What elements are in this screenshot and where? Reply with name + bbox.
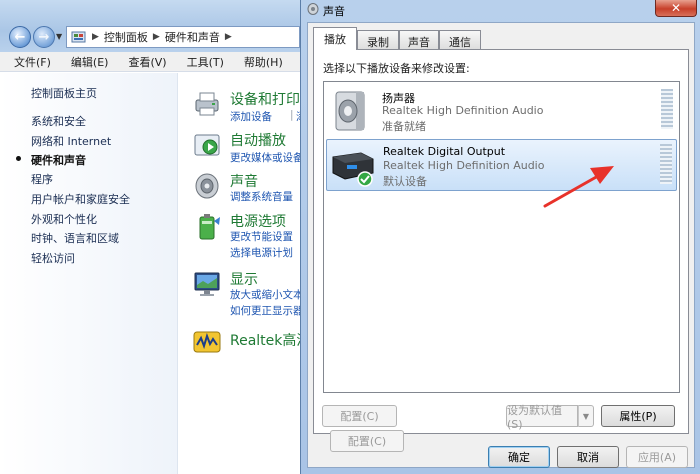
menu-help[interactable]: 帮助(H) xyxy=(244,54,283,70)
configure-button[interactable]: 配置(C) xyxy=(330,430,404,452)
navigation-pane: 控制面板主页 系统和安全 网络和 Internet 硬件和声音 程序 用户帐户和… xyxy=(0,73,178,474)
sidebar-item-programs[interactable]: 程序 xyxy=(31,171,53,187)
device-name: Realtek Digital Output xyxy=(383,145,506,158)
category-title-autoplay[interactable]: 自动播放 xyxy=(230,130,286,150)
breadcrumb-hardware-sound[interactable]: 硬件和声音 xyxy=(165,29,220,45)
tab-recording[interactable]: 录制 xyxy=(357,30,399,49)
speaker-icon xyxy=(195,173,219,199)
ok-button[interactable]: 确定 xyxy=(488,446,550,468)
device-driver: Realtek High Definition Audio xyxy=(383,159,545,172)
instruction-text: 选择以下播放设备来修改设置: xyxy=(323,62,470,75)
forward-button[interactable]: → xyxy=(33,26,55,48)
active-bullet-icon xyxy=(16,156,21,161)
sidebar-item-appearance[interactable]: 外观和个性化 xyxy=(31,211,97,227)
printer-icon xyxy=(195,92,219,116)
properties-button[interactable]: 属性(P) xyxy=(601,405,675,427)
apply-button[interactable]: 应用(A) xyxy=(626,446,688,468)
menu-tools[interactable]: 工具(T) xyxy=(187,54,224,70)
sidebar-item-system-security[interactable]: 系统和安全 xyxy=(31,113,86,129)
link-choose-power-plan[interactable]: 选择电源计划 xyxy=(230,245,293,260)
monitor-icon xyxy=(194,272,220,296)
menu-view[interactable]: 查看(V) xyxy=(128,54,166,70)
menu-file[interactable]: 文件(F) xyxy=(14,54,51,70)
category-title-sound[interactable]: 声音 xyxy=(230,171,258,191)
link-separator: | xyxy=(290,109,294,121)
menu-edit[interactable]: 编辑(E) xyxy=(71,54,109,70)
dialog-title: 声音 xyxy=(323,5,345,18)
breadcrumb-separator-icon: ▶ xyxy=(224,32,232,42)
sidebar-item-ease-of-access[interactable]: 轻松访问 xyxy=(31,250,75,266)
tab-playback[interactable]: 播放 xyxy=(313,27,357,50)
category-title-devices[interactable]: 设备和打印 xyxy=(230,89,300,109)
close-button[interactable]: ✕ xyxy=(655,0,697,17)
link-zoom-text[interactable]: 放大或缩小文本 xyxy=(230,287,304,302)
battery-icon xyxy=(199,214,220,240)
device-status: 准备就绪 xyxy=(382,120,426,133)
device-driver: Realtek High Definition Audio xyxy=(382,104,544,117)
device-item-speakers[interactable]: 扬声器 Realtek High Definition Audio 准备就绪 xyxy=(326,85,677,137)
tab-communications[interactable]: 通信 xyxy=(439,30,481,49)
arrow-right-icon: → xyxy=(38,29,50,45)
sidebar-item-home[interactable]: 控制面板主页 xyxy=(31,85,97,101)
sound-dialog-icon xyxy=(307,3,319,15)
back-button[interactable]: ← xyxy=(9,26,31,48)
digital-output-icon xyxy=(332,152,374,187)
link-change-media-defaults[interactable]: 更改媒体或设备 xyxy=(230,150,304,165)
device-item-digital-output[interactable]: Realtek Digital Output Realtek High Defi… xyxy=(326,139,677,191)
volume-meter xyxy=(661,89,673,129)
link-add-device[interactable]: 添加设备 xyxy=(230,109,272,124)
sidebar-item-user-accounts[interactable]: 用户帐户和家庭安全 xyxy=(31,191,130,207)
configure-button[interactable]: 配置(C) xyxy=(322,405,397,427)
sound-dialog: 声音 ✕ 播放 录制 声音 通信 选择以下播放设备来修改设置: 扬声器 Real… xyxy=(300,0,700,474)
sidebar-item-network[interactable]: 网络和 Internet xyxy=(31,133,111,149)
set-default-dropdown-arrow[interactable]: ▼ xyxy=(578,405,594,427)
link-change-power-settings[interactable]: 更改节能设置 xyxy=(230,229,293,244)
device-status: 默认设备 xyxy=(383,175,427,188)
address-bar[interactable]: ▶ 控制面板 ▶ 硬件和声音 ▶ xyxy=(66,26,300,48)
category-title-display[interactable]: 显示 xyxy=(230,269,258,289)
sidebar-item-hardware-sound[interactable]: 硬件和声音 xyxy=(31,152,86,168)
cancel-button[interactable]: 取消 xyxy=(557,446,619,468)
chevron-down-icon: ▼ xyxy=(582,411,590,421)
recent-pages-dropdown[interactable]: ▼ xyxy=(56,32,62,41)
arrow-left-icon: ← xyxy=(14,29,26,45)
category-title-power[interactable]: 电源选项 xyxy=(230,211,286,231)
tab-sounds[interactable]: 声音 xyxy=(399,30,439,49)
speaker-device-icon xyxy=(335,91,365,131)
link-fix-monitor[interactable]: 如何更正显示器 xyxy=(230,303,304,318)
autoplay-icon xyxy=(194,134,220,156)
playback-device-list[interactable]: 扬声器 Realtek High Definition Audio 准备就绪 R… xyxy=(323,81,680,393)
control-panel-icon xyxy=(71,31,86,43)
realtek-icon xyxy=(193,331,221,353)
close-icon: ✕ xyxy=(670,1,682,15)
dialog-titlebar[interactable]: 声音 ✕ xyxy=(301,0,700,20)
breadcrumb-separator-icon: ▶ xyxy=(92,32,99,42)
dialog-body: 播放 录制 声音 通信 选择以下播放设备来修改设置: 扬声器 Realtek H… xyxy=(307,22,695,468)
category-title-realtek[interactable]: Realtek高清 xyxy=(230,330,310,350)
link-adjust-volume[interactable]: 调整系统音量 xyxy=(230,189,293,204)
playback-tab-panel: 选择以下播放设备来修改设置: 扬声器 Realtek High Definiti… xyxy=(313,49,689,452)
breadcrumb-separator-icon: ▶ xyxy=(152,32,160,42)
sidebar-item-clock-language[interactable]: 时钟、语言和区域 xyxy=(31,230,119,246)
volume-meter xyxy=(660,144,672,184)
set-default-button[interactable]: 设为默认值(S) xyxy=(506,404,578,431)
breadcrumb-control-panel[interactable]: 控制面板 xyxy=(104,29,148,45)
